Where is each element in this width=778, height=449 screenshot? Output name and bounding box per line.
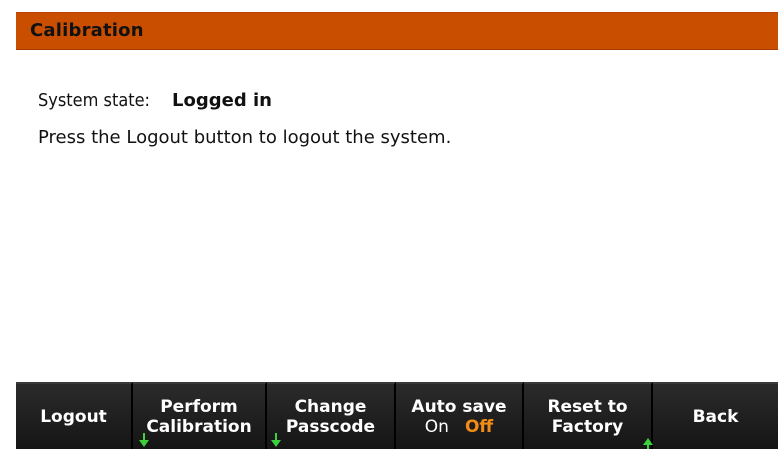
back-label: Back: [692, 406, 739, 427]
perform-label-line2: Calibration: [146, 416, 252, 437]
change-label-line2: Passcode: [285, 416, 376, 437]
system-state-label: System state:: [38, 90, 151, 111]
perform-calibration-button[interactable]: Perform Calibration: [133, 382, 267, 449]
auto-save-toggle-button[interactable]: Auto save On Off: [396, 382, 524, 449]
auto-save-off-option: Off: [464, 416, 494, 437]
change-label-line1: Change: [294, 396, 367, 417]
reset-label-line1: Reset to: [547, 396, 628, 417]
calibration-screen: Calibration System state: Logged in Press…: [0, 0, 778, 449]
system-state-row: System state: Logged in: [38, 90, 272, 111]
content-area: System state: Logged in Press the Logout …: [16, 50, 778, 382]
logout-label: Logout: [40, 406, 107, 427]
page-title: Calibration: [30, 20, 144, 41]
instruction-text: Press the Logout button to logout the sy…: [38, 127, 452, 148]
arrow-up-icon: [643, 438, 653, 449]
system-state-value: Logged in: [172, 90, 272, 111]
auto-save-on-option: On: [424, 416, 449, 437]
change-passcode-button[interactable]: Change Passcode: [267, 382, 396, 449]
arrow-down-icon: [271, 433, 281, 447]
softkey-bar: Logout Perform Calibration Change Passco…: [16, 382, 778, 449]
auto-save-label: Auto save: [411, 396, 507, 417]
auto-save-options: On Off: [425, 417, 493, 437]
arrow-down-icon: [139, 433, 149, 447]
title-bar: Calibration: [16, 12, 778, 50]
reset-label-line2: Factory: [551, 416, 624, 437]
reset-to-factory-button[interactable]: Reset to Factory: [524, 382, 653, 449]
logout-button[interactable]: Logout: [16, 382, 133, 449]
perform-label-line1: Perform: [160, 396, 238, 417]
back-button[interactable]: Back: [653, 382, 778, 449]
